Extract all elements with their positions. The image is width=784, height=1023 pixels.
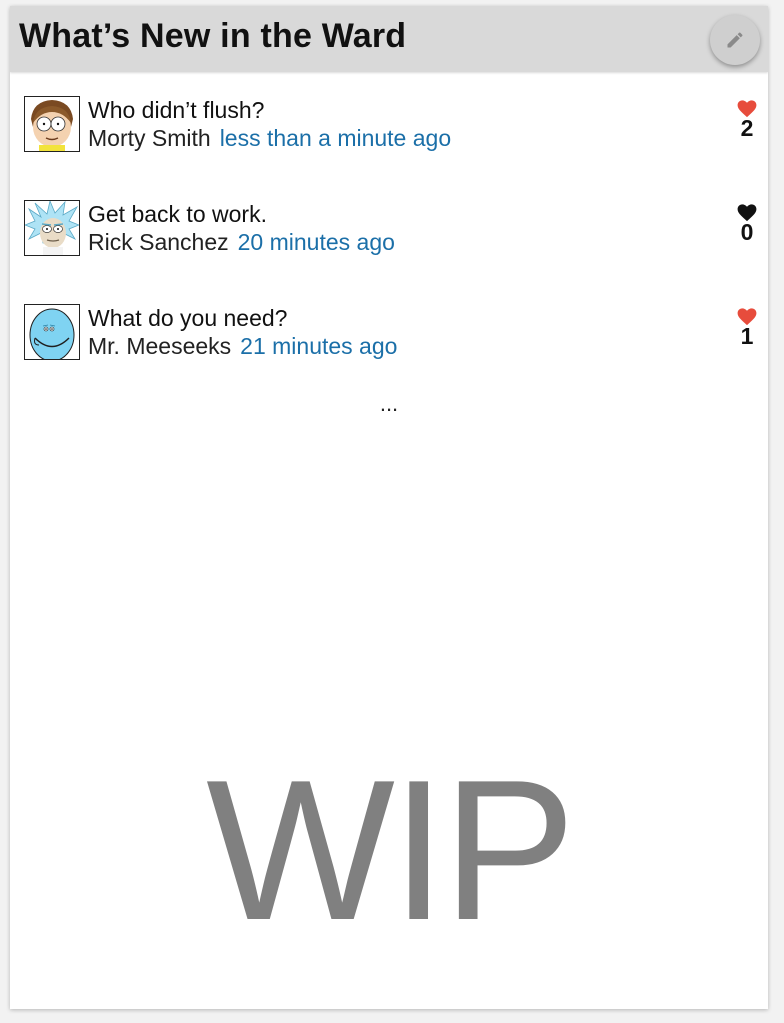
post-timestamp: 20 minutes ago (237, 229, 395, 255)
pencil-icon (727, 32, 743, 48)
post-timestamp: 21 minutes ago (240, 333, 398, 359)
post-author[interactable]: Mr. Meeseeks (88, 333, 231, 359)
meeseeks-avatar[interactable] (24, 304, 80, 360)
post-item[interactable]: What do you need? Mr. Meeseeks 21 minutes… (10, 304, 768, 368)
edit-button[interactable] (710, 15, 760, 65)
post-meta: Morty Smith less than a minute ago (88, 125, 451, 152)
morty-avatar[interactable] (24, 96, 80, 152)
wip-watermark: WIP (206, 739, 576, 962)
like-count: 2 (740, 115, 754, 141)
post-title[interactable]: Who didn’t flush? (88, 97, 264, 124)
post-meta: Mr. Meeseeks 21 minutes ago (88, 333, 397, 360)
post-title[interactable]: Get back to work. (88, 201, 267, 228)
rick-avatar[interactable] (24, 200, 80, 256)
post-item[interactable]: Get back to work. Rick Sanchez 20 minutes… (10, 200, 768, 264)
post-title[interactable]: What do you need? (88, 305, 287, 332)
feed-card: What’s New in the Ward Who didn’t flush?… (10, 6, 768, 1009)
post-author[interactable]: Morty Smith (88, 125, 211, 151)
header-bar: What’s New in the Ward (10, 6, 768, 72)
page-title: What’s New in the Ward (19, 17, 407, 55)
load-more-link[interactable]: ... (10, 391, 768, 417)
post-item[interactable]: Who didn’t flush? Morty Smith less than a… (10, 96, 768, 160)
like-count: 1 (740, 323, 754, 349)
post-author[interactable]: Rick Sanchez (88, 229, 229, 255)
like-counter: 0 (732, 204, 762, 244)
like-count: 0 (740, 219, 754, 245)
post-timestamp: less than a minute ago (219, 125, 452, 151)
post-meta: Rick Sanchez 20 minutes ago (88, 229, 395, 256)
like-counter: 1 (732, 308, 762, 348)
like-counter: 2 (732, 100, 762, 140)
